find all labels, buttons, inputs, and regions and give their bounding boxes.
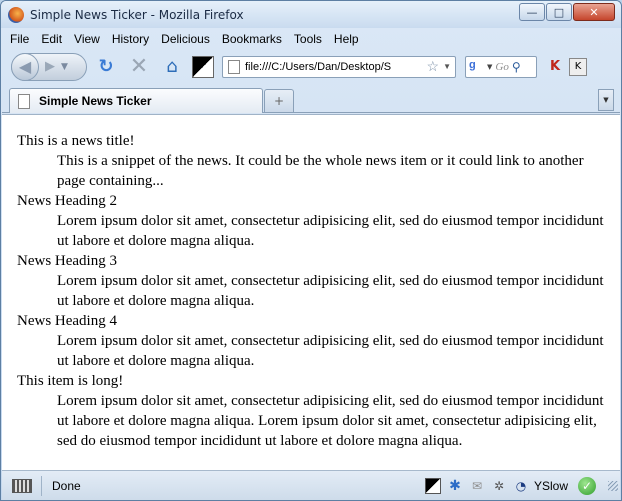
window-controls: — □ ✕ [518,3,615,21]
menu-file[interactable]: File [2,32,35,46]
resize-grip-icon[interactable] [608,481,618,491]
reload-icon: ↻ [98,56,114,77]
stop-button[interactable]: ✕ [125,53,153,81]
check-icon[interactable]: ✓ [578,477,596,495]
yslow-label[interactable]: YSlow [534,479,568,493]
menu-bookmarks[interactable]: Bookmarks [216,32,288,46]
status-text: Done [52,479,81,493]
news-title: This is a news title! [17,133,135,149]
url-bar[interactable]: file:///C:/Users/Dan/Desktop/S ☆ ▼ [222,55,456,78]
search-icon[interactable]: ⚲ [512,60,521,74]
mail-icon[interactable]: ✉ [469,478,485,494]
status-bar: Done ✱ ✉ ✲ ◔ YSlow ✓ [2,470,620,500]
title-bar: Simple News Ticker - Mozilla Firefox — □… [1,1,621,28]
news-body: Lorem ipsum dolor sit amet, consectetur … [57,333,604,369]
home-button[interactable]: ⌂ [158,53,186,81]
menu-history[interactable]: History [106,32,155,46]
menu-edit[interactable]: Edit [35,32,68,46]
status-bar-toggle-icon[interactable] [12,479,32,493]
news-title: This item is long! [17,373,124,389]
page-icon [18,93,30,109]
google-icon[interactable]: g [469,59,487,75]
page-icon [228,59,240,74]
bookmark-star-icon[interactable]: ☆ [427,58,440,75]
search-box[interactable]: g ▼ Go ⚲ [465,55,537,78]
speedometer-icon[interactable]: ◔ [513,478,529,494]
search-engine-dropdown-icon[interactable]: ▼ [487,63,492,71]
search-placeholder[interactable]: Go [495,61,508,73]
page-content: This is a news title! This is a snippet … [2,114,620,470]
window-title: Simple News Ticker - Mozilla Firefox [30,7,244,22]
browser-window: Simple News Ticker - Mozilla Firefox — □… [0,0,622,501]
extension-tile-icon[interactable] [192,55,214,78]
tab-list-dropdown-icon[interactable]: ▼ [598,89,614,111]
home-icon: ⌂ [166,56,178,77]
menu-tools[interactable]: Tools [288,32,328,46]
tab-strip: Simple News Ticker + ▼ [2,85,620,113]
tab-simple-news-ticker[interactable]: Simple News Ticker [9,88,263,113]
news-title: News Heading 2 [17,193,117,209]
extension-k-icon[interactable]: K [569,57,587,76]
url-dropdown-icon[interactable]: ▼ [443,62,451,71]
news-title: News Heading 3 [17,253,117,269]
minimize-button[interactable]: — [519,3,545,21]
forward-button[interactable]: ▶ [45,59,55,74]
reload-button[interactable]: ↻ [92,53,120,81]
back-forward-group: ◀ ▶ ▼ [11,52,87,81]
url-text[interactable]: file:///C:/Users/Dan/Desktop/S [245,61,427,73]
close-button[interactable]: ✕ [573,3,615,21]
news-title: News Heading 4 [17,313,117,329]
back-button[interactable]: ◀ [11,52,39,81]
menu-help[interactable]: Help [328,32,365,46]
firebug-icon[interactable]: ✲ [491,478,507,494]
navigation-toolbar: ◀ ▶ ▼ ↻ ✕ ⌂ file:///C:/Users/Dan/Desktop… [2,49,620,84]
menu-delicious[interactable]: Delicious [155,32,216,46]
news-body: This is a snippet of the news. It could … [57,153,584,189]
history-dropdown-icon[interactable]: ▼ [61,62,68,72]
kaspersky-icon[interactable]: K [545,57,565,77]
back-arrow-icon: ◀ [18,57,32,76]
gear-icon[interactable]: ✱ [447,478,463,494]
stop-icon: ✕ [129,54,149,79]
news-body: Lorem ipsum dolor sit amet, consectetur … [57,273,604,309]
maximize-button[interactable]: □ [546,3,572,21]
tab-label: Simple News Ticker [39,94,152,108]
news-list: This is a news title! This is a snippet … [17,131,604,451]
menu-bar: File Edit View History Delicious Bookmar… [2,28,620,49]
new-tab-button[interactable]: + [264,89,294,112]
news-body: Lorem ipsum dolor sit amet, consectetur … [57,213,604,249]
status-icons: ✱ ✉ ✲ ◔ YSlow ✓ [419,471,620,500]
extension-tile-icon[interactable] [424,478,441,494]
firefox-icon [8,6,24,23]
status-separator [41,476,42,496]
news-body: Lorem ipsum dolor sit amet, consectetur … [57,393,604,449]
menu-view[interactable]: View [68,32,106,46]
